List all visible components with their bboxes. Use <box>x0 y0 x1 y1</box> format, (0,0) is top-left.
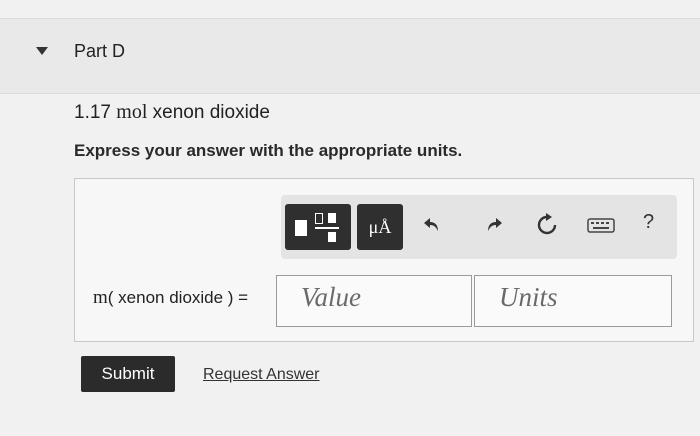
units-input[interactable]: Units <box>474 275 672 327</box>
amount-value: 1.17 <box>74 102 111 123</box>
keyboard-icon[interactable] <box>585 211 617 239</box>
answer-label: m( xenon dioxide ) = <box>93 287 248 309</box>
templates-button[interactable] <box>285 204 351 250</box>
instruction-text: Express your answer with the appropriate… <box>74 141 463 160</box>
reset-icon[interactable] <box>533 211 561 239</box>
math-toolbar: μÅ ? <box>281 195 677 259</box>
part-header[interactable]: Part D <box>0 18 700 94</box>
units-icon: μÅ <box>368 217 392 237</box>
mass-symbol: m <box>93 287 108 308</box>
part-title: Part D <box>74 41 126 61</box>
request-answer-link[interactable]: Request Answer <box>203 366 320 384</box>
undo-icon[interactable] <box>421 211 449 239</box>
submit-button[interactable]: Submit <box>81 356 175 392</box>
question-quantity: 1.17 mol xenon dioxide <box>74 101 270 124</box>
amount-unit: mol <box>116 101 148 123</box>
units-button[interactable]: μÅ <box>357 204 403 250</box>
value-input[interactable]: Value <box>276 275 472 327</box>
redo-icon[interactable] <box>477 211 505 239</box>
help-icon[interactable]: ? <box>643 211 654 234</box>
answer-lhs-text: ( xenon dioxide ) = <box>107 288 249 307</box>
answer-box: μÅ ? m( xenon dioxide ) = Value Units <box>74 178 694 342</box>
collapse-triangle-icon[interactable] <box>36 47 48 55</box>
substance-name: xenon dioxide <box>152 102 270 123</box>
